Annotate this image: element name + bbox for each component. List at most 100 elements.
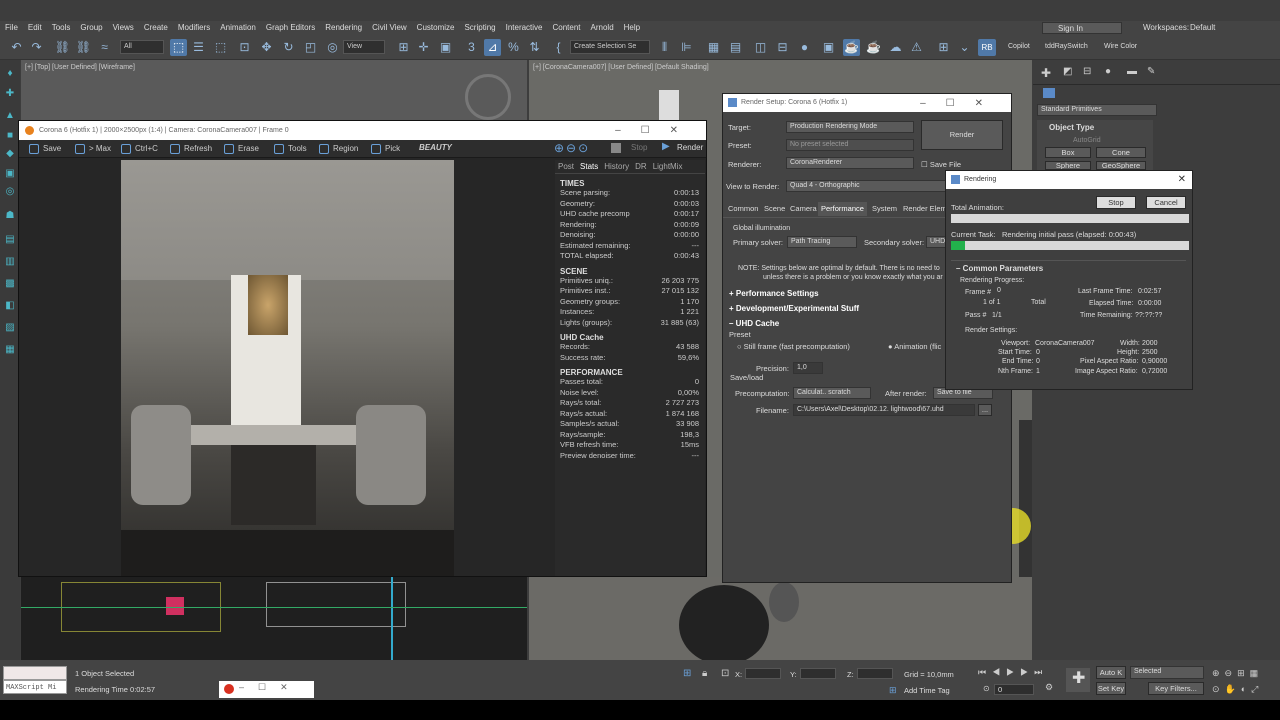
bind-spacewarp-icon[interactable]: ≈ [96, 39, 113, 56]
zoom-icons[interactable]: ⊕⊖⊙ [554, 141, 590, 155]
target-dropdown[interactable]: Production Rendering Mode [786, 121, 914, 133]
save-button[interactable]: Save [29, 143, 61, 155]
tools-button[interactable]: Tools [274, 143, 307, 155]
menu-interactive[interactable]: Interactive [501, 21, 548, 35]
tool-icon[interactable]: ◆ [4, 148, 16, 160]
object-type-header[interactable]: Object Type [1049, 123, 1094, 132]
to-max-button[interactable]: > Max [75, 143, 111, 155]
snaps-toggle-icon[interactable]: 3 [463, 39, 480, 56]
time-tag-icon[interactable]: ⊞ [889, 685, 897, 696]
time-config-icon[interactable]: ⊙ [983, 684, 990, 693]
tab-camera[interactable]: Camera [787, 202, 820, 216]
refresh-button[interactable]: Refresh [170, 143, 212, 155]
tool-icon[interactable]: ▦ [4, 344, 16, 356]
motion-tab-icon[interactable]: ● [1105, 66, 1111, 77]
tool-icon[interactable]: ◎ [4, 186, 16, 198]
window-controls[interactable]: –☐✕ [920, 94, 1003, 113]
copilot-button[interactable]: Copilot [1008, 43, 1030, 50]
tool-icon[interactable]: ▨ [4, 322, 16, 334]
vfb-title-bar[interactable]: Corona 6 (Hotfix 1) | 2000×2500px (1:4) … [19, 121, 706, 140]
mirror-icon[interactable]: ⫴ [656, 39, 673, 56]
display-tab-icon[interactable]: ▬ [1127, 66, 1137, 77]
tool-icon[interactable]: ▲ [4, 110, 16, 122]
menu-rendering[interactable]: Rendering [320, 21, 367, 35]
viewport-top[interactable]: [+] [Top] [User Defined] [Wireframe] [21, 60, 527, 120]
animation-radio[interactable]: ● Animation (flic [888, 342, 941, 351]
region-button[interactable]: Region [319, 143, 358, 155]
align-icon[interactable]: ⊫ [678, 39, 695, 56]
tool-icon[interactable]: ▩ [4, 278, 16, 290]
filename-input[interactable]: C:\Users\Axel\Desktop\02.12. lightwood\6… [793, 404, 975, 416]
menu-animation[interactable]: Animation [215, 21, 261, 35]
tool-icon[interactable]: ♦ [4, 68, 16, 80]
still-frame-radio[interactable]: ○ Still frame (fast precomputation) [737, 342, 850, 351]
tab-scene[interactable]: Scene [761, 202, 788, 216]
pick-button[interactable]: Pick [371, 143, 400, 155]
reference-coordinate-dropdown[interactable]: View [343, 40, 385, 54]
create-selection-set-dropdown[interactable]: Create Selection Se [570, 40, 650, 54]
tab-post[interactable]: Post [555, 160, 577, 173]
preset-dropdown[interactable]: No preset selected [786, 139, 914, 151]
curve-editor-icon[interactable]: ◫ [752, 39, 769, 56]
ray-switch-button[interactable]: tddRaySwitch [1045, 43, 1088, 50]
menu-arnold[interactable]: Arnold [586, 21, 619, 35]
viewport-label[interactable]: [+] [Top] [User Defined] [Wireframe] [25, 64, 135, 71]
render-iterative-icon[interactable]: ☁ [887, 39, 904, 56]
geosphere-button[interactable]: GeoSphere [1096, 161, 1146, 170]
set-key-button[interactable]: Set Key [1096, 682, 1126, 695]
unlink-icon[interactable]: ⛓ [75, 39, 92, 56]
menu-file[interactable]: File [0, 21, 23, 35]
category-dropdown[interactable]: Standard Primitives [1037, 104, 1157, 116]
keyboard-shortcut-icon[interactable]: ▣ [437, 39, 454, 56]
percent-snap-icon[interactable]: % [505, 39, 522, 56]
wire-color-button[interactable]: Wire Color [1104, 43, 1137, 50]
close-icon[interactable]: ✕ [1178, 171, 1186, 189]
scene-explorer-icon[interactable]: ▦ [705, 39, 722, 56]
window-crossing-icon[interactable]: ⊡ [236, 39, 253, 56]
viewport-bottom-right[interactable] [529, 577, 1032, 665]
chevron-down-icon[interactable]: ⌄ [956, 39, 973, 56]
dev-experimental-rollout[interactable]: + Development/Experimental Stuff [729, 304, 859, 313]
viewcube-icon[interactable] [465, 74, 511, 120]
x-coordinate-field[interactable] [745, 668, 781, 679]
precision-spinner[interactable]: 1,0 [793, 362, 823, 374]
scale-icon[interactable]: ◰ [302, 39, 319, 56]
erase-button[interactable]: Erase [224, 143, 259, 155]
set-key-mode-button[interactable]: ✚ [1066, 668, 1090, 692]
spinner-snap-icon[interactable]: ⇅ [526, 39, 543, 56]
performance-settings-rollout[interactable]: + Performance Settings [729, 289, 819, 298]
uhd-cache-rollout[interactable]: – UHD Cache [729, 319, 779, 328]
copy-button[interactable]: Ctrl+C [121, 143, 158, 155]
tool-icon[interactable]: ✚ [4, 88, 16, 100]
link-icon[interactable]: ⛓ [54, 39, 71, 56]
utilities-tab-icon[interactable]: ✎ [1147, 66, 1155, 77]
save-file-checkbox[interactable]: ☐ Save File [921, 160, 961, 169]
window-controls[interactable]: –☐✕ [239, 682, 302, 693]
tab-lightmix[interactable]: LightMix [650, 160, 686, 173]
tab-performance[interactable]: Performance [818, 202, 867, 216]
primary-solver-dropdown[interactable]: Path Tracing [787, 236, 857, 248]
geometry-icon[interactable] [1043, 88, 1055, 98]
renderer-dropdown[interactable]: CoronaRenderer [786, 157, 914, 169]
channel-dropdown[interactable]: BEAUTY [419, 143, 452, 152]
tool-icon[interactable]: ▥ [4, 256, 16, 268]
tab-system[interactable]: System [869, 202, 900, 216]
maxscript-input[interactable]: MAXScript Mi [3, 680, 67, 694]
menu-customize[interactable]: Customize [412, 21, 460, 35]
taskbar-thumbnail[interactable]: –☐✕ [219, 681, 314, 698]
viewport-nav-icons[interactable]: ⊕⊖⊞▦ [1212, 668, 1263, 679]
render-button[interactable]: Render [677, 143, 703, 152]
tool-icon[interactable]: ☗ [4, 210, 16, 222]
z-coordinate-field[interactable] [857, 668, 893, 679]
menu-help[interactable]: Help [619, 21, 645, 35]
sign-in-button[interactable]: Sign In [1042, 22, 1122, 34]
angle-snap-icon[interactable]: ⊿ [484, 39, 501, 56]
selection-filter-dropdown[interactable]: All [120, 40, 164, 54]
placement-icon[interactable]: ◎ [324, 39, 341, 56]
render-icon[interactable]: ▶ [662, 141, 670, 152]
layer-explorer-icon[interactable]: ▤ [727, 39, 744, 56]
time-config-icon[interactable]: ⚙ [1045, 682, 1053, 693]
auto-key-button[interactable]: Auto K [1096, 666, 1126, 679]
redo-icon[interactable]: ↷ [28, 39, 45, 56]
tool-icon[interactable]: ◧ [4, 300, 16, 312]
